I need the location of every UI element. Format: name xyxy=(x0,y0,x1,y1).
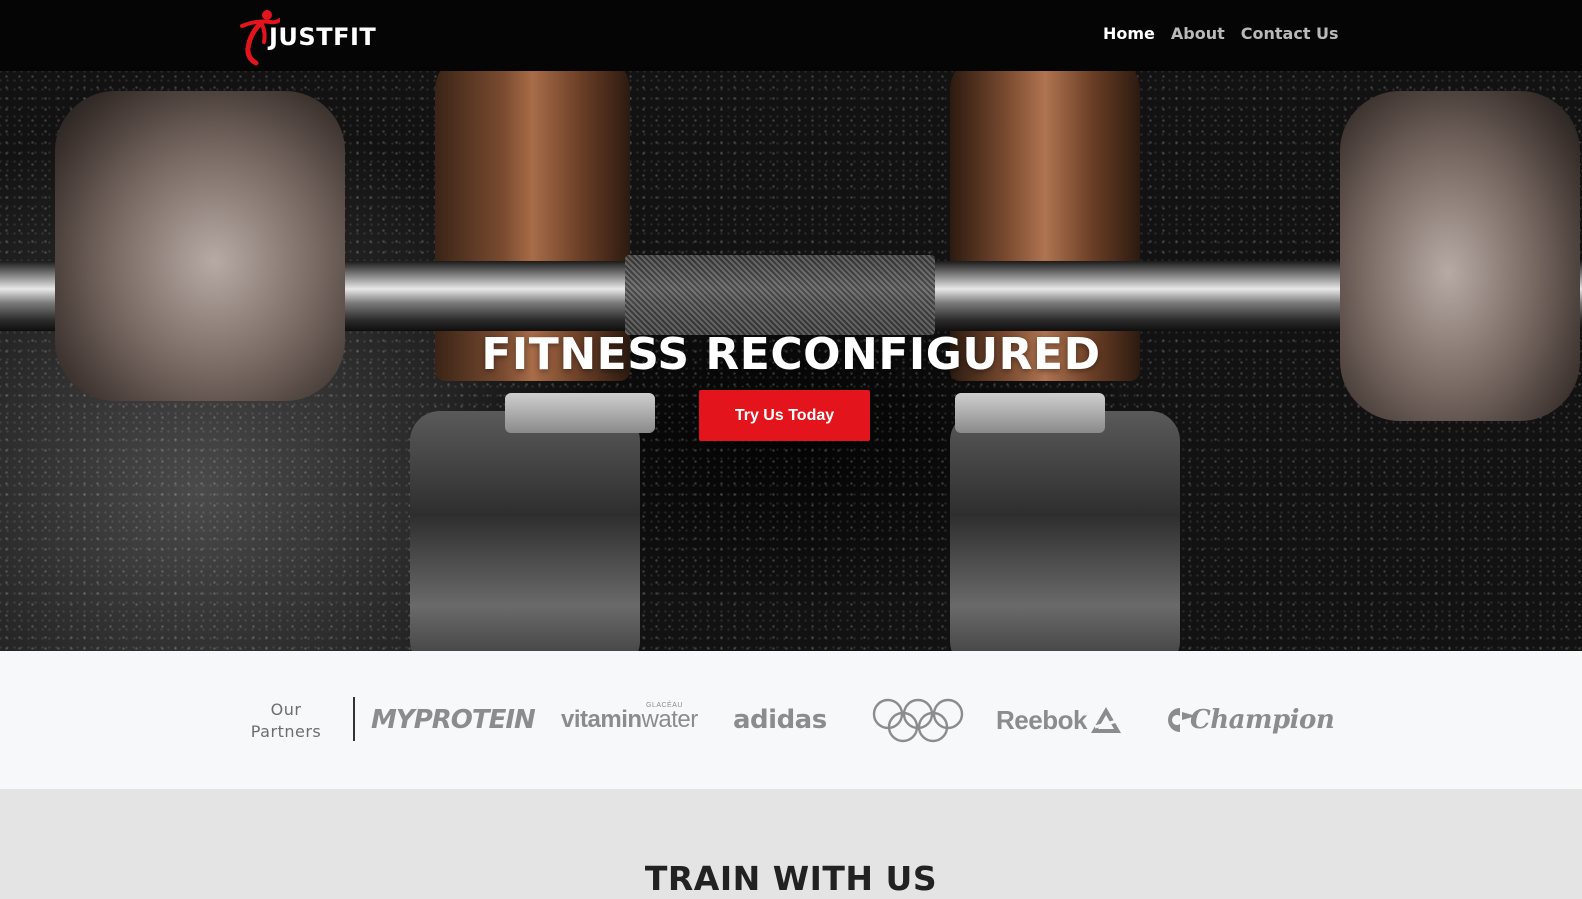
hero-image-sock-right xyxy=(955,393,1105,433)
hero-image-shoe-left xyxy=(410,411,640,651)
partner-logo-adidas: adidas xyxy=(733,705,827,735)
nav-about-link[interactable]: About xyxy=(1171,24,1225,43)
partner-logo-reebok-text: Reebok xyxy=(996,704,1087,735)
partners-label-line2: Partners xyxy=(250,722,322,741)
partner-logo-myprotein: MYPROTEIN xyxy=(371,705,536,735)
partner-logo-reebok: Reebok xyxy=(996,697,1123,743)
reebok-delta-icon xyxy=(1090,707,1121,733)
main-nav: Home About Contact Us xyxy=(1103,24,1339,43)
nav-home-link[interactable]: Home xyxy=(1103,24,1155,43)
top-navbar: JUSTFIT Home About Contact Us xyxy=(0,0,1582,71)
partner-logo-vitaminwater: GLACÉAU vitamin water xyxy=(561,697,698,743)
hero-image-sock-left xyxy=(505,393,655,433)
brand-name: JUSTFIT xyxy=(269,23,377,51)
hero-image-barbell-grip xyxy=(625,255,935,335)
train-section-title: TRAIN WITH US xyxy=(644,859,938,898)
partner-logo-champion-text: Champion xyxy=(1190,705,1335,735)
brand-logo[interactable]: JUSTFIT xyxy=(236,8,386,66)
olympic-rings-icon xyxy=(871,697,965,743)
partners-divider xyxy=(353,697,355,741)
hero-section: FITNESS RECONFIGURED Try Us Today xyxy=(0,71,1582,651)
try-us-today-button[interactable]: Try Us Today xyxy=(699,390,870,441)
hero-title: FITNESS RECONFIGURED xyxy=(481,329,1101,380)
partner-logo-vitaminwater-part1: vitamin xyxy=(561,706,642,733)
partners-label: Our Partners xyxy=(238,699,334,743)
nav-contact-link[interactable]: Contact Us xyxy=(1241,24,1339,43)
partner-logo-vitaminwater-small: GLACÉAU xyxy=(646,702,683,709)
partner-logo-vitaminwater-part2: water xyxy=(641,706,699,733)
train-section: TRAIN WITH US xyxy=(0,789,1582,899)
partners-strip: Our Partners MYPROTEIN GLACÉAU vitamin wa… xyxy=(0,651,1582,789)
partner-logo-champion: Champion xyxy=(1162,697,1335,743)
partners-label-line1: Our xyxy=(270,700,302,719)
hero-image-shoe-right xyxy=(950,411,1180,651)
